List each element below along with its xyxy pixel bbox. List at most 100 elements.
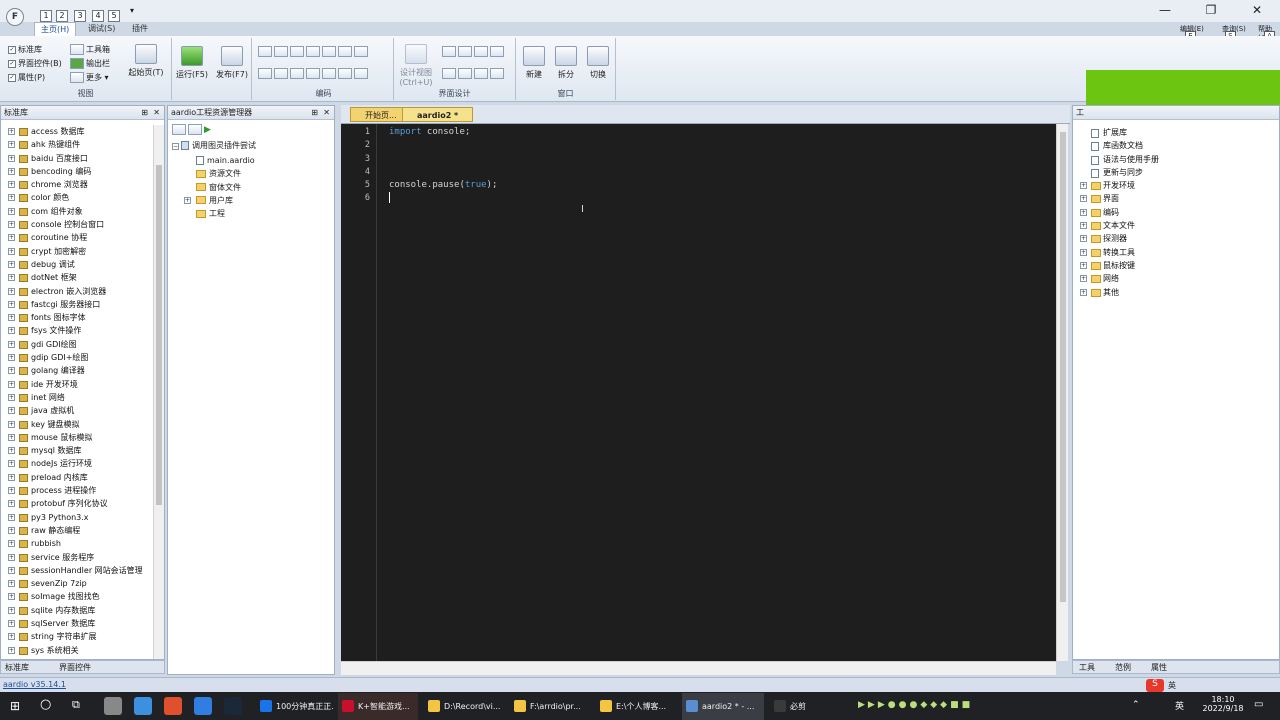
stdlib-item[interactable]: + ahk 热键组件 [1,138,153,151]
minimize-button[interactable]: — [1142,0,1188,20]
expand-icon[interactable]: + [8,260,15,268]
tools-item[interactable]: + 转换工具 [1073,246,1273,259]
taskbar-app-icon[interactable] [104,697,122,715]
expand-icon[interactable]: + [8,141,15,149]
stdlib-item[interactable]: + sqlServer 数据库 [1,617,153,630]
stdlib-item[interactable]: + fastcgi 服务器接口 [1,298,153,311]
expand-icon[interactable]: + [1080,288,1087,296]
tab-aardio2[interactable]: aardio2 * [402,107,474,122]
bottom-tab-ui-controls[interactable]: 界面控件 [59,662,91,673]
close-button[interactable]: ✕ [1234,0,1280,20]
expand-icon[interactable]: + [8,513,15,521]
quick-access-keytip-1[interactable]: 1 [40,10,52,22]
vscode-icon[interactable] [194,697,212,715]
taskbar-app-button[interactable]: D:\Record\vi... [424,693,504,720]
expand-icon[interactable]: + [8,167,15,175]
align-right-icon[interactable] [474,46,488,57]
indent-icon[interactable] [274,46,288,57]
stdlib-item[interactable]: + gdi GDI绘图 [1,338,153,351]
comment-icon[interactable] [306,46,320,57]
stdlib-item[interactable]: + fsys 文件操作 [1,324,153,337]
split-window-button[interactable]: 拆分 [550,46,582,80]
switch-window-button[interactable]: 切换 [582,46,614,80]
tab-home[interactable]: 主页(H) [34,22,77,36]
stdlib-item[interactable]: + service 服务程序 [1,551,153,564]
replace-icon[interactable] [354,68,368,79]
expand-icon[interactable]: + [8,433,15,441]
expand-icon[interactable]: + [1080,275,1087,283]
expand-icon[interactable]: + [8,274,15,282]
steam-icon[interactable] [224,697,242,715]
stdlib-item[interactable]: + inet 网络 [1,391,153,404]
expand-icon[interactable]: + [8,633,15,641]
tools-item[interactable]: + 网络 [1073,272,1273,285]
expand-icon[interactable]: + [1080,261,1087,269]
tree-item-project[interactable]: 工程 [196,207,255,220]
order-icon[interactable] [458,68,472,79]
ime-logo-icon[interactable]: S [1146,679,1164,692]
stdlib-item[interactable]: + fonts 图标字体 [1,311,153,324]
stdlib-item[interactable]: + coroutine 协程 [1,231,153,244]
expand-icon[interactable]: + [8,553,15,561]
tab-plugins[interactable]: 插件 [126,22,154,36]
taskbar-app-icon[interactable] [134,697,152,715]
tools-item[interactable]: + 开发环境 [1073,179,1273,192]
stdlib-item[interactable]: + protobuf 序列化协议 [1,497,153,510]
expand-icon[interactable]: + [8,154,15,162]
publish-button[interactable]: 发布(F7) [214,46,250,80]
expand-icon[interactable]: + [8,580,15,588]
expand-icon[interactable]: + [1080,195,1087,203]
stdlib-item[interactable]: + chrome 浏览器 [1,178,153,191]
tools-item[interactable]: + 鼠标按键 [1073,259,1273,272]
open-project-icon[interactable] [172,124,186,135]
expand-icon[interactable]: + [8,247,15,255]
editor-horizontal-scrollbar[interactable] [341,661,1056,675]
expand-icon[interactable]: + [184,196,191,204]
version-link[interactable]: aardio v35.14.1 [3,680,66,689]
expand-icon[interactable]: + [8,234,15,242]
expand-icon[interactable]: + [8,287,15,295]
stdlib-item[interactable]: + preload 内核库 [1,471,153,484]
tools-item[interactable]: + 其他 [1073,286,1273,299]
toggle-properties[interactable]: ✓ 属性(P) [8,72,45,83]
expand-icon[interactable]: + [8,300,15,308]
code-line[interactable]: import console; [377,126,1047,139]
stdlib-item[interactable]: + sys 系统相关 [1,644,153,657]
size-icon[interactable] [490,46,504,57]
stdlib-item[interactable]: + string 字符串扩展 [1,630,153,643]
stdlib-item[interactable]: + access 数据库 [1,125,153,138]
tools-item[interactable]: + 文本文件 [1073,219,1273,232]
quick-access-dropdown-icon[interactable]: ▾ [130,6,134,15]
expand-icon[interactable]: + [1080,248,1087,256]
browser-icon[interactable] [164,697,182,715]
editor-vertical-scrollbar[interactable] [1056,124,1068,661]
editor-scroll-thumb[interactable] [1060,132,1066,602]
stdlib-item[interactable]: + console 控制台窗口 [1,218,153,231]
notification-icon[interactable]: ▭ [1254,699,1263,710]
code-area[interactable]: import console; console.pause(true); [377,126,1047,206]
expand-icon[interactable]: + [1080,222,1087,230]
tools-item[interactable]: + 界面 [1073,192,1273,205]
pin-icon[interactable]: ⊞ [141,106,148,120]
find-icon[interactable] [338,68,352,79]
expand-icon[interactable]: + [1080,235,1087,243]
expand-icon[interactable]: + [1080,208,1087,216]
expand-icon[interactable]: + [8,367,15,375]
expand-icon[interactable]: + [8,128,15,135]
expand-icon[interactable]: + [8,619,15,627]
cut-icon[interactable] [290,68,304,79]
taskbar-app-button[interactable]: K+智能游戏... [338,693,418,720]
redo-icon[interactable] [322,68,336,79]
tree-item-main-aardio[interactable]: main.aardio [196,154,255,167]
grid-icon[interactable] [442,68,456,79]
tools-item[interactable]: 语法与使用手册 [1073,153,1273,166]
expand-icon[interactable]: + [8,407,15,415]
design-view-button[interactable]: 设计视图 (Ctrl+U) [396,44,436,87]
search-icon[interactable]: ○ [40,697,51,712]
align-center-icon[interactable] [458,46,472,57]
tree-item-userlib[interactable]: + 用户库 [184,194,255,207]
bottom-tab-examples[interactable]: 范例 [1115,662,1131,673]
bottom-tab-properties[interactable]: 属性 [1151,662,1167,673]
expand-icon[interactable]: + [8,327,15,335]
quick-access-keytip-3[interactable]: 3 [74,10,86,22]
